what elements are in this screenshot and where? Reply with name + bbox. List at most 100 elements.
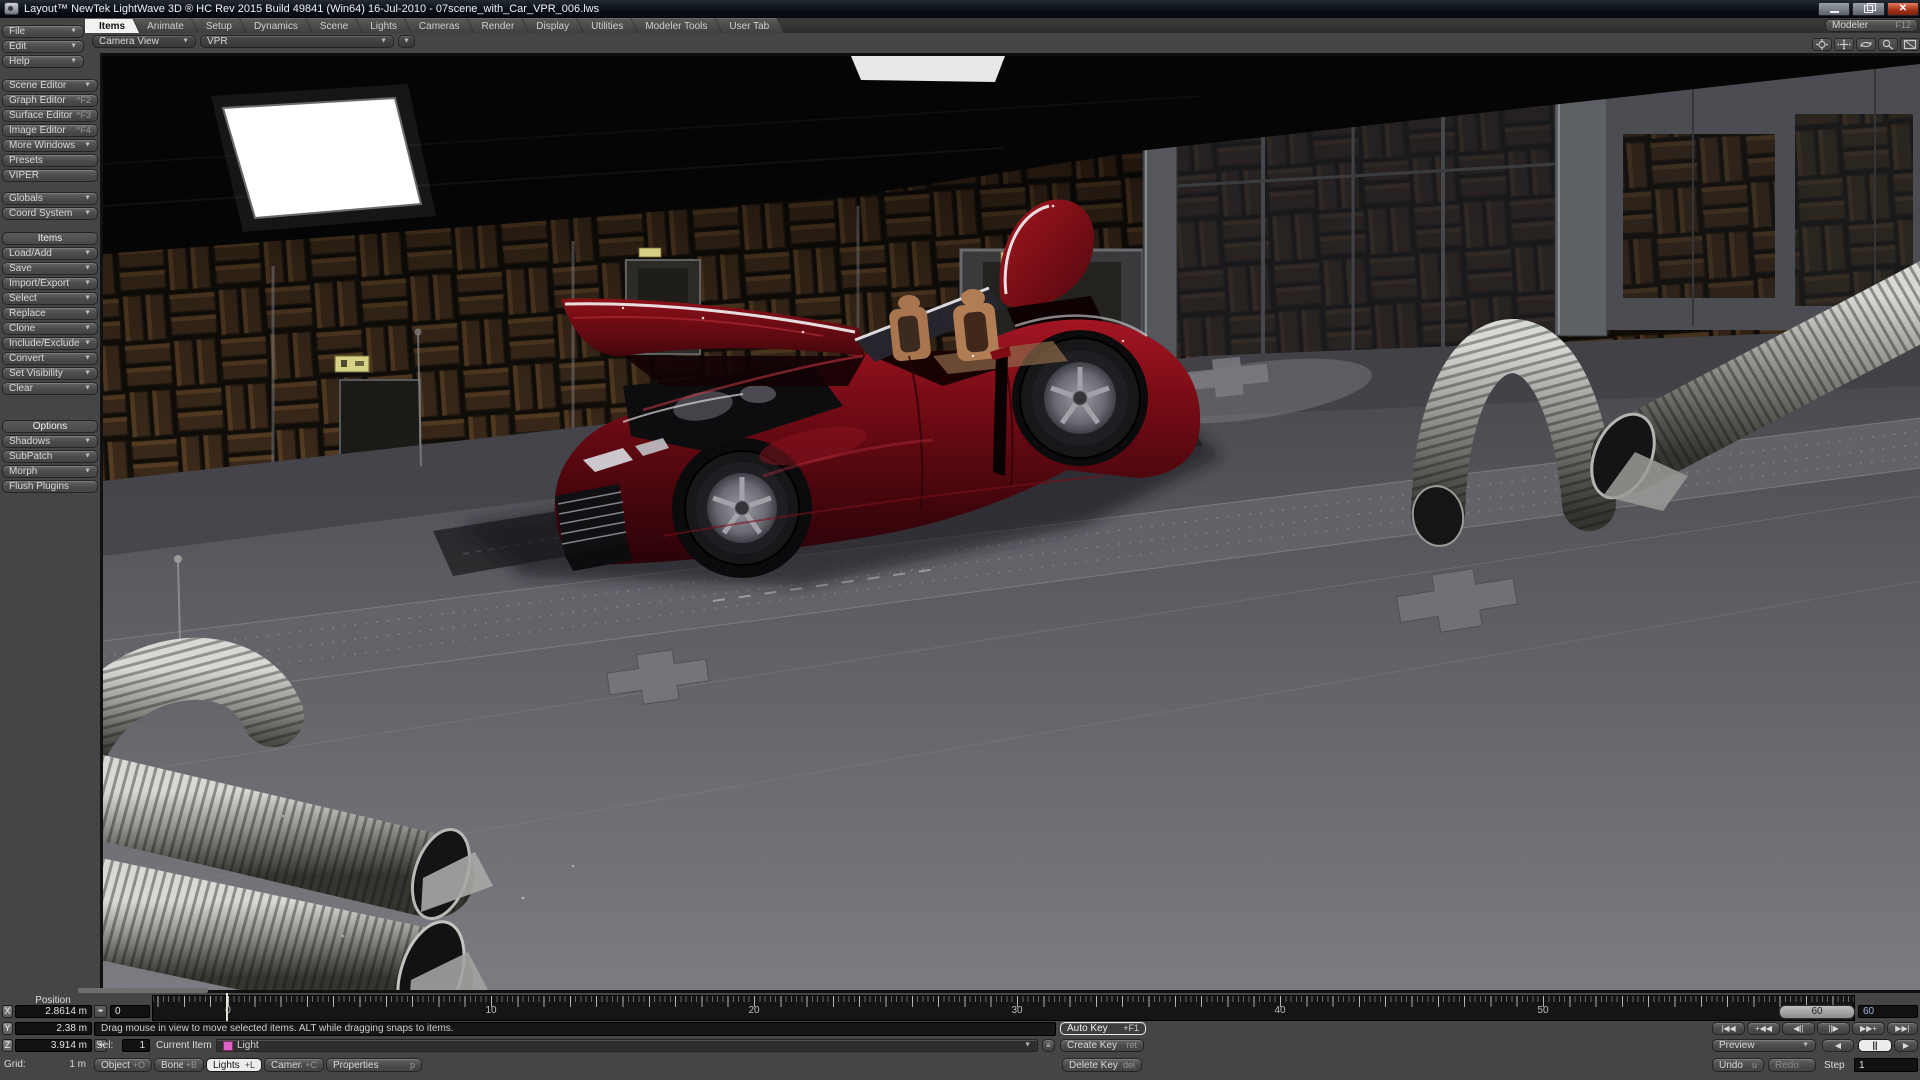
- sidebar-item-presets[interactable]: Presets: [2, 154, 98, 167]
- x-position-field[interactable]: 2.8614 m: [15, 1005, 92, 1018]
- sidebar-item-flush-plugins[interactable]: Flush Plugins: [2, 480, 98, 493]
- sidebar-item-edit[interactable]: Edit▼: [2, 40, 84, 53]
- sidebar-item-replace[interactable]: Replace▼: [2, 307, 98, 320]
- sidebar-item-scene-editor[interactable]: Scene Editor▼: [2, 79, 98, 92]
- tab-items[interactable]: Items: [85, 18, 139, 33]
- tab-display[interactable]: Display: [522, 18, 583, 33]
- sel-label: Sel:: [96, 1039, 113, 1052]
- play-reverse-button[interactable]: ◀: [1822, 1039, 1854, 1052]
- sidebar-item-more-windows[interactable]: More Windows▼: [2, 139, 98, 152]
- view-mode-dropdown[interactable]: Camera View ▼: [92, 35, 196, 48]
- tab-user-tab[interactable]: User Tab: [715, 18, 783, 33]
- x-stepper[interactable]: ◂▸: [94, 1005, 107, 1018]
- tab-render[interactable]: Render: [467, 18, 528, 33]
- tab-dynamics[interactable]: Dynamics: [240, 18, 312, 33]
- go-end-button[interactable]: ▶▶|: [1887, 1022, 1918, 1035]
- sel-count-field: 1: [122, 1039, 150, 1052]
- sidebar-item-surface-editor[interactable]: Surface Editor^F3: [2, 109, 98, 122]
- end-frame-field[interactable]: 60: [1858, 1005, 1918, 1018]
- modeler-button[interactable]: Modeler F12: [1825, 19, 1918, 32]
- y-position-field[interactable]: 2.38 m: [15, 1022, 92, 1035]
- title-bar[interactable]: Layout™ NewTek LightWave 3D ® HC Rev 201…: [0, 0, 1920, 18]
- sidebar-item-shadows[interactable]: Shadows▼: [2, 435, 98, 448]
- step-back-button[interactable]: ◀||: [1782, 1022, 1815, 1035]
- sidebar-item-image-editor[interactable]: Image Editor^F4: [2, 124, 98, 137]
- step-forward-button[interactable]: ||▶: [1817, 1022, 1850, 1035]
- tab-scene[interactable]: Scene: [306, 18, 362, 33]
- sidebar-options-section: Options Shadows▼ SubPatch▼ Morph▼ Flush …: [2, 420, 98, 495]
- sidebar-item-save[interactable]: Save▼: [2, 262, 98, 275]
- chevron-down-icon: ▼: [70, 56, 77, 67]
- pan-view-button[interactable]: [1834, 38, 1854, 51]
- chevron-down-icon: ▼: [84, 278, 91, 289]
- redo-button[interactable]: Redo: [1768, 1058, 1816, 1072]
- chevron-down-icon: ▼: [84, 436, 91, 447]
- tab-modeler-tools[interactable]: Modeler Tools: [631, 18, 721, 33]
- sidebar-item-select[interactable]: Select▼: [2, 292, 98, 305]
- preview-dropdown[interactable]: Preview ▼: [1712, 1039, 1816, 1052]
- sidebar-item-subpatch[interactable]: SubPatch▼: [2, 450, 98, 463]
- sidebar-item-import-export[interactable]: Import/Export▼: [2, 277, 98, 290]
- renderer-dropdown[interactable]: VPR ▼: [200, 35, 394, 48]
- minimize-button[interactable]: [1818, 2, 1850, 16]
- sidebar-item-morph[interactable]: Morph▼: [2, 465, 98, 478]
- sidebar-item-viper[interactable]: VIPER: [2, 169, 98, 182]
- sidebar-globals-group: Globals▼ Coord System▼: [2, 192, 98, 222]
- x-axis-badge: X: [2, 1005, 13, 1018]
- auto-key-button[interactable]: Auto Key +F1: [1060, 1022, 1146, 1035]
- zoom-view-button[interactable]: [1878, 38, 1898, 51]
- tab-lights[interactable]: Lights: [356, 18, 411, 33]
- chevron-down-icon: ▼: [84, 383, 91, 394]
- edit-objects-button[interactable]: Objects+O: [94, 1058, 152, 1072]
- pause-button[interactable]: ||: [1858, 1039, 1892, 1052]
- edit-cameras-button[interactable]: Cameras+C: [264, 1058, 324, 1072]
- current-item-dropdown[interactable]: Light ▼: [216, 1039, 1038, 1052]
- fit-view-button[interactable]: [1900, 38, 1920, 51]
- tab-utilities[interactable]: Utilities: [577, 18, 637, 33]
- items-section-header: Items: [2, 232, 98, 245]
- step-forward-icon: ||▶: [1828, 1023, 1838, 1034]
- tab-setup[interactable]: Setup: [192, 18, 246, 33]
- sidebar-item-set-visibility[interactable]: Set Visibility▼: [2, 367, 98, 380]
- main-tab-bar: Items Animate Setup Dynamics Scene Light…: [85, 18, 1920, 33]
- sidebar-item-clear[interactable]: Clear▼: [2, 382, 98, 395]
- edit-lights-button[interactable]: Lights+L: [206, 1058, 262, 1072]
- viewport-options-button[interactable]: ▼: [398, 35, 415, 48]
- timeline-scrollbar[interactable]: [78, 988, 208, 993]
- lightwave-layout-window: Layout™ NewTek LightWave 3D ® HC Rev 201…: [0, 0, 1920, 1080]
- restore-button[interactable]: [1852, 2, 1885, 16]
- sidebar-item-coord-system[interactable]: Coord System▼: [2, 207, 98, 220]
- go-start-button[interactable]: |◀◀: [1712, 1022, 1745, 1035]
- timeline-end-handle[interactable]: 60: [1779, 1005, 1855, 1019]
- delete-key-button[interactable]: Delete Keydel: [1062, 1058, 1142, 1072]
- play-button[interactable]: ▶: [1894, 1039, 1918, 1052]
- chevron-down-icon: ▼: [84, 308, 91, 319]
- sidebar-item-load-add[interactable]: Load/Add▼: [2, 247, 98, 260]
- current-frame-field[interactable]: 0: [110, 1005, 150, 1018]
- center-item-button[interactable]: [1812, 38, 1832, 51]
- z-position-field[interactable]: 3.914 m: [15, 1039, 92, 1052]
- create-key-button[interactable]: Create Key ret: [1060, 1039, 1144, 1052]
- sidebar-item-graph-editor[interactable]: Graph Editor^F2: [2, 94, 98, 107]
- rotate-view-button[interactable]: [1856, 38, 1876, 51]
- sidebar-item-globals[interactable]: Globals▼: [2, 192, 98, 205]
- sidebar-item-include-exclude[interactable]: Include/Exclude▼: [2, 337, 98, 350]
- edit-bones-button[interactable]: Bones+B: [154, 1058, 204, 1072]
- timeline-ruler[interactable]: 0 10 20 30 40 50 60: [152, 995, 1855, 1021]
- sidebar-item-convert[interactable]: Convert▼: [2, 352, 98, 365]
- close-button[interactable]: ✕: [1887, 2, 1919, 16]
- sidebar-item-clone[interactable]: Clone▼: [2, 322, 98, 335]
- tab-animate[interactable]: Animate: [133, 18, 198, 33]
- next-key-button[interactable]: ▶▶+: [1852, 1022, 1885, 1035]
- undo-button[interactable]: Undou: [1712, 1058, 1764, 1072]
- properties-button[interactable]: Propertiesp: [326, 1058, 422, 1072]
- tab-cameras[interactable]: Cameras: [405, 18, 474, 33]
- prev-key-button[interactable]: +◀◀: [1747, 1022, 1780, 1035]
- app-icon: [4, 2, 19, 15]
- sidebar-item-help[interactable]: Help▼: [2, 55, 84, 68]
- item-list-button[interactable]: ≡: [1042, 1039, 1055, 1052]
- sidebar-item-file[interactable]: File▼: [2, 25, 84, 38]
- viewport-3d[interactable]: [100, 53, 1920, 993]
- step-field[interactable]: 1: [1854, 1058, 1918, 1072]
- timeline-playhead[interactable]: [226, 993, 228, 1021]
